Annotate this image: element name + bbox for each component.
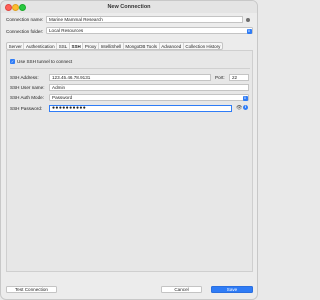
ssh-port-input[interactable]: 22 xyxy=(229,74,249,81)
title-bar: New Connection xyxy=(1,1,257,13)
ssh-auth-mode-select[interactable]: Password ⇕ xyxy=(49,94,249,101)
ssh-auth-mode-label: SSH Auth Mode: xyxy=(10,95,44,100)
tab-advanced[interactable]: Advanced xyxy=(160,43,184,49)
tab-collection-history[interactable]: Collection History xyxy=(184,43,222,49)
ssh-password-input[interactable]: ●●●●●●●●●● xyxy=(49,105,232,112)
cancel-button[interactable]: Cancel xyxy=(161,286,202,293)
chevron-updown-icon: ⇕ xyxy=(242,95,248,101)
divider xyxy=(10,68,250,69)
chevron-updown-icon: ⇕ xyxy=(246,28,252,34)
tab-ssh[interactable]: SSH xyxy=(69,43,84,49)
connection-name-input[interactable]: Marine Mammal Research xyxy=(46,16,243,23)
window-title: New Connection xyxy=(107,4,151,10)
tab-proxy[interactable]: Proxy xyxy=(83,43,100,49)
save-button[interactable]: Save xyxy=(211,286,253,293)
ssh-user-label: SSH User name: xyxy=(10,85,45,90)
color-picker-icon[interactable] xyxy=(246,18,250,22)
ssh-address-label: SSH Address: xyxy=(10,75,39,80)
tab-server[interactable]: Server xyxy=(7,43,25,49)
use-ssh-tunnel-checkbox[interactable]: ✓ xyxy=(10,59,15,64)
ssh-auth-mode-value: Password xyxy=(52,95,73,100)
ssh-user-input[interactable]: Admin xyxy=(49,84,249,91)
info-icon[interactable]: i xyxy=(243,105,248,110)
show-password-icon[interactable]: 👁 xyxy=(236,105,242,111)
new-connection-window: New Connection Connection name: Marine M… xyxy=(0,0,258,300)
tab-intellishell[interactable]: IntelliShell xyxy=(99,43,124,49)
use-ssh-tunnel-label: Use SSH tunnel to connect xyxy=(17,59,73,64)
ssh-password-label: SSH Password: xyxy=(10,106,43,111)
connection-tabs: Server Authentication SSL SSH Proxy Inte… xyxy=(6,42,224,50)
ssh-address-input[interactable]: 123.45.46.78.9131 xyxy=(49,74,211,81)
connection-folder-select[interactable]: Local Resources ⇕ xyxy=(46,27,253,34)
ssh-port-label: Port: xyxy=(215,75,225,80)
tab-authentication[interactable]: Authentication xyxy=(24,43,58,49)
connection-name-label: Connection name: xyxy=(6,17,44,22)
connection-folder-value: Local Resources xyxy=(49,28,84,33)
test-connection-button[interactable]: Test Connection xyxy=(6,286,57,293)
tab-mongodb-tools[interactable]: MongoDB Tools xyxy=(124,43,160,49)
tab-ssl[interactable]: SSL xyxy=(57,43,70,49)
connection-folder-label: Connection folder: xyxy=(6,29,44,34)
